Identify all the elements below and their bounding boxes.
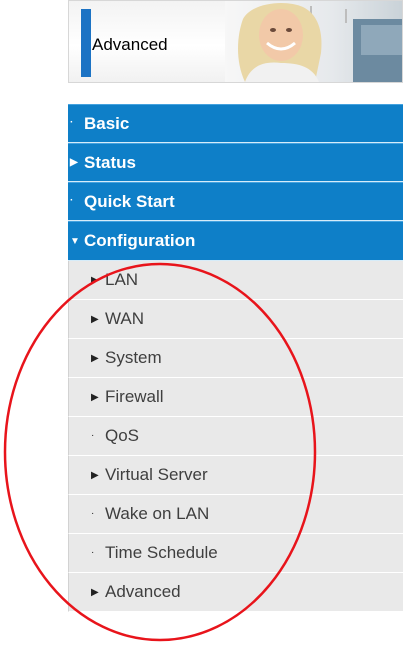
submenu-item-firewall[interactable]: ▶ Firewall [68, 378, 403, 417]
menu-item-label: Quick Start [84, 191, 175, 211]
submenu-item-system[interactable]: ▶ System [68, 339, 403, 378]
submenu-item-label: QoS [105, 426, 140, 445]
expand-arrow-icon: ▶ [91, 352, 99, 364]
section-title: Advanced [92, 35, 168, 54]
submenu-item-time-schedule[interactable]: · Time Schedule [68, 534, 403, 573]
submenu-item-virtual-server[interactable]: ▶ Virtual Server [68, 456, 403, 495]
header-photo [225, 1, 402, 82]
submenu-item-wake-on-lan[interactable]: · Wake on LAN [68, 495, 403, 534]
submenu-item-wan[interactable]: ▶ WAN [68, 300, 403, 339]
menu-item-quick-start[interactable]: · Quick Start [68, 182, 403, 221]
menu-item-basic[interactable]: · Basic [68, 104, 403, 143]
submenu-item-advanced[interactable]: ▶ Advanced [68, 573, 403, 612]
bullet-icon: · [91, 546, 95, 558]
submenu-item-label: Firewall [105, 387, 164, 406]
bullet-icon: · [70, 117, 74, 128]
submenu-item-label: Wake on LAN [105, 504, 210, 523]
submenu-item-label: Time Schedule [105, 543, 218, 562]
bullet-icon: · [70, 195, 74, 206]
menu-item-label: Status [84, 152, 136, 172]
bullet-icon: · [91, 429, 95, 441]
bullet-icon: · [91, 507, 95, 519]
expand-arrow-icon: ▶ [91, 391, 99, 403]
menu-item-configuration[interactable]: ▼ Configuration [68, 221, 403, 261]
expand-arrow-icon: ▶ [91, 274, 99, 286]
navigation-menu: · Basic ▶ Status · Quick Start ▼ Configu… [68, 104, 403, 612]
submenu-item-qos[interactable]: · QoS [68, 417, 403, 456]
menu-item-status[interactable]: ▶ Status [68, 143, 403, 182]
section-header: Advanced [68, 0, 403, 83]
collapse-arrow-icon: ▼ [70, 235, 80, 247]
expand-arrow-icon: ▶ [70, 157, 78, 168]
submenu-item-label: Virtual Server [105, 465, 208, 484]
expand-arrow-icon: ▶ [91, 469, 99, 481]
header-accent-bar [81, 9, 91, 77]
menu-item-label: Configuration [84, 231, 196, 250]
submenu-item-label: Advanced [105, 582, 181, 601]
menu-item-label: Basic [84, 113, 130, 133]
submenu-item-lan[interactable]: ▶ LAN [68, 261, 403, 300]
expand-arrow-icon: ▶ [91, 586, 99, 598]
expand-arrow-icon: ▶ [91, 313, 99, 325]
submenu-item-label: WAN [105, 309, 145, 328]
submenu-item-label: System [105, 348, 162, 367]
submenu-item-label: LAN [105, 270, 139, 289]
